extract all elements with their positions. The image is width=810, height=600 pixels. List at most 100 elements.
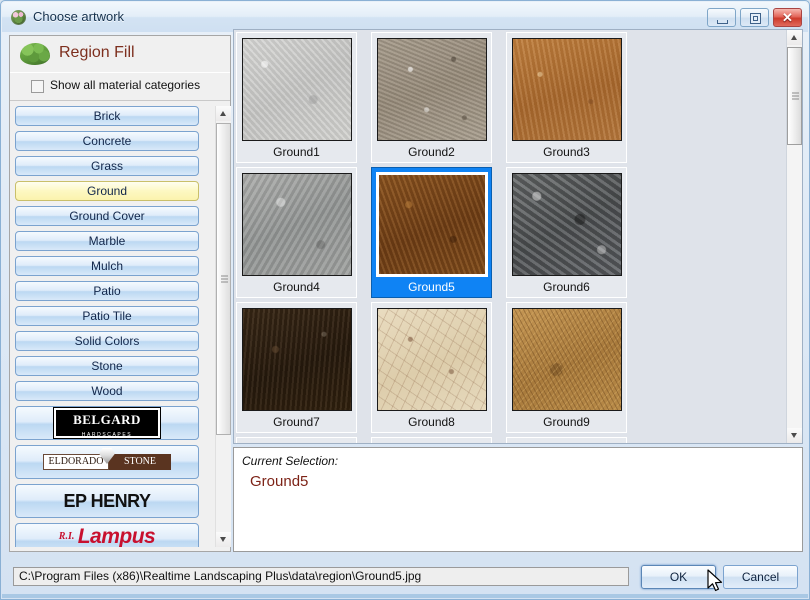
category-item-concrete[interactable]: Concrete [15,131,199,151]
thumbnail-item[interactable]: Ground12 [506,437,627,444]
thumbnail-label: Ground6 [543,280,590,294]
thumbnail-image [377,38,487,141]
category-item-mulch[interactable]: Mulch [15,256,199,276]
gallery-scroll-up-arrow[interactable] [787,30,802,45]
brand-item-belgard[interactable]: BELGARD HARDSCAPES [15,406,199,440]
eldorado-stone-logo: ELDORADO STONE [43,448,171,470]
thumbnail-image [512,38,622,141]
sidebar-scroll-thumb[interactable] [216,123,231,435]
thumbnail-grid: Ground1 Ground2 Ground3 Ground4 Ground5 … [236,32,774,444]
category-item-marble[interactable]: Marble [15,231,199,251]
category-label: Patio [93,284,121,298]
category-label: Brick [93,109,121,123]
thumbnail-image [512,443,622,444]
belgard-tagline: HARDSCAPES [81,432,133,438]
category-item-wood[interactable]: Wood [15,381,199,401]
sidebar-scroll-down-arrow[interactable] [216,532,231,547]
show-all-categories-row[interactable]: Show all material categories [10,73,230,101]
thumbnail-label: Ground5 [408,280,455,294]
category-item-ground[interactable]: Ground [15,181,199,201]
thumbnail-item[interactable]: Ground3 [506,32,627,163]
window-title: Choose artwork [33,9,125,24]
thumbnail-image [512,173,622,276]
category-label: Marble [88,234,126,248]
lampus-prefix: R.I. [58,531,75,542]
category-label: Solid Colors [74,334,140,348]
gallery-scroll-thumb[interactable] [787,47,802,145]
thumbnail-item[interactable]: Ground9 [506,302,627,433]
category-item-grass[interactable]: Grass [15,156,199,176]
thumbnail-image [512,308,622,411]
brand-item-ep-henry[interactable]: EP HENRY [15,484,199,518]
thumbnail-label: Ground2 [408,145,455,159]
category-item-solid-colors[interactable]: Solid Colors [15,331,199,351]
choose-artwork-dialog: Choose artwork ✕ Region Fill Show all ma… [0,0,810,600]
category-item-stone[interactable]: Stone [15,356,199,376]
thumbnail-item[interactable]: Ground8 [371,302,492,433]
maximize-icon [750,13,761,24]
file-path-field[interactable]: C:\Program Files (x86)\Realtime Landscap… [13,567,629,586]
category-sidebar: Region Fill Show all material categories… [9,35,231,552]
category-label: Grass [90,159,123,173]
thumbnail-item[interactable]: Ground11 [371,437,492,444]
category-label: Mulch [90,259,123,273]
thumbnail-item[interactable]: Ground10 [236,437,357,443]
ok-button[interactable]: OK [641,565,716,589]
thumbnail-item[interactable]: Ground4 [236,167,357,298]
sidebar-header: Region Fill [10,36,230,73]
grip-icon [221,274,228,285]
thumbnail-image [242,308,352,411]
thumbnail-label: Ground3 [543,145,590,159]
thumbnail-image [242,38,352,141]
gallery-scrollbar[interactable] [786,30,802,443]
eldorado-word: ELDORADO [43,454,109,470]
flower-plant-icon [11,10,26,25]
category-item-patio-tile[interactable]: Patio Tile [15,306,199,326]
thumbnail-item[interactable]: Ground7 [236,302,357,433]
thumbnail-image [377,443,487,444]
show-all-categories-label: Show all material categories [50,78,201,92]
brand-item-eldorado-stone[interactable]: ELDORADO STONE [15,445,199,479]
thumbnail-label: Ground9 [543,415,590,429]
sidebar-scroll-up-arrow[interactable] [216,106,231,121]
category-item-ground-cover[interactable]: Ground Cover [15,206,199,226]
thumbnail-item[interactable]: Ground1 [236,32,357,163]
category-item-patio[interactable]: Patio [15,281,199,301]
gallery-scroll-down-arrow[interactable] [787,428,802,443]
category-item-brick[interactable]: Brick [15,106,199,126]
current-selection-panel: Current Selection: Ground5 [233,447,803,552]
close-button[interactable]: ✕ [773,8,802,27]
category-label: Patio Tile [82,309,132,323]
category-label: Concrete [82,134,132,148]
minimize-icon [717,20,728,24]
minimize-button[interactable] [707,8,736,27]
belgard-logo: BELGARD HARDSCAPES [54,408,160,438]
thumbnail-item[interactable]: Ground2 [371,32,492,163]
thumbnail-item[interactable]: Ground6 [506,167,627,298]
current-selection-label: Current Selection: [242,454,339,468]
maximize-button[interactable] [740,8,769,27]
thumbnail-label: Ground7 [273,415,320,429]
ep-henry-logo: EP HENRY [63,491,151,511]
thumbnail-image [376,172,488,277]
thumbnail-image [242,173,352,276]
lampus-name: Lampus [77,525,156,547]
title-bar[interactable]: Choose artwork ✕ [2,2,808,32]
sidebar-scrollbar[interactable] [215,106,231,547]
cancel-button[interactable]: Cancel [723,565,798,589]
region-fill-heading: Region Fill [59,44,135,61]
category-list: Brick Concrete Grass Ground Ground Cover… [15,106,225,547]
thumbnail-image [377,308,487,411]
brand-item-ri-lampus[interactable]: R.I. Lampus [15,523,199,547]
thumbnail-item-selected[interactable]: Ground5 [371,167,492,298]
category-label: Wood [91,384,123,398]
window-bottom-edge [2,594,808,598]
window-controls: ✕ [707,8,802,27]
category-label: Ground [86,184,128,198]
show-all-categories-checkbox[interactable] [31,80,44,93]
thumbnail-label: Ground4 [273,280,320,294]
close-icon: ✕ [782,10,793,25]
grip-icon [792,91,799,102]
artwork-gallery: Ground1 Ground2 Ground3 Ground4 Ground5 … [233,29,803,444]
category-label: Ground Cover [69,209,145,223]
